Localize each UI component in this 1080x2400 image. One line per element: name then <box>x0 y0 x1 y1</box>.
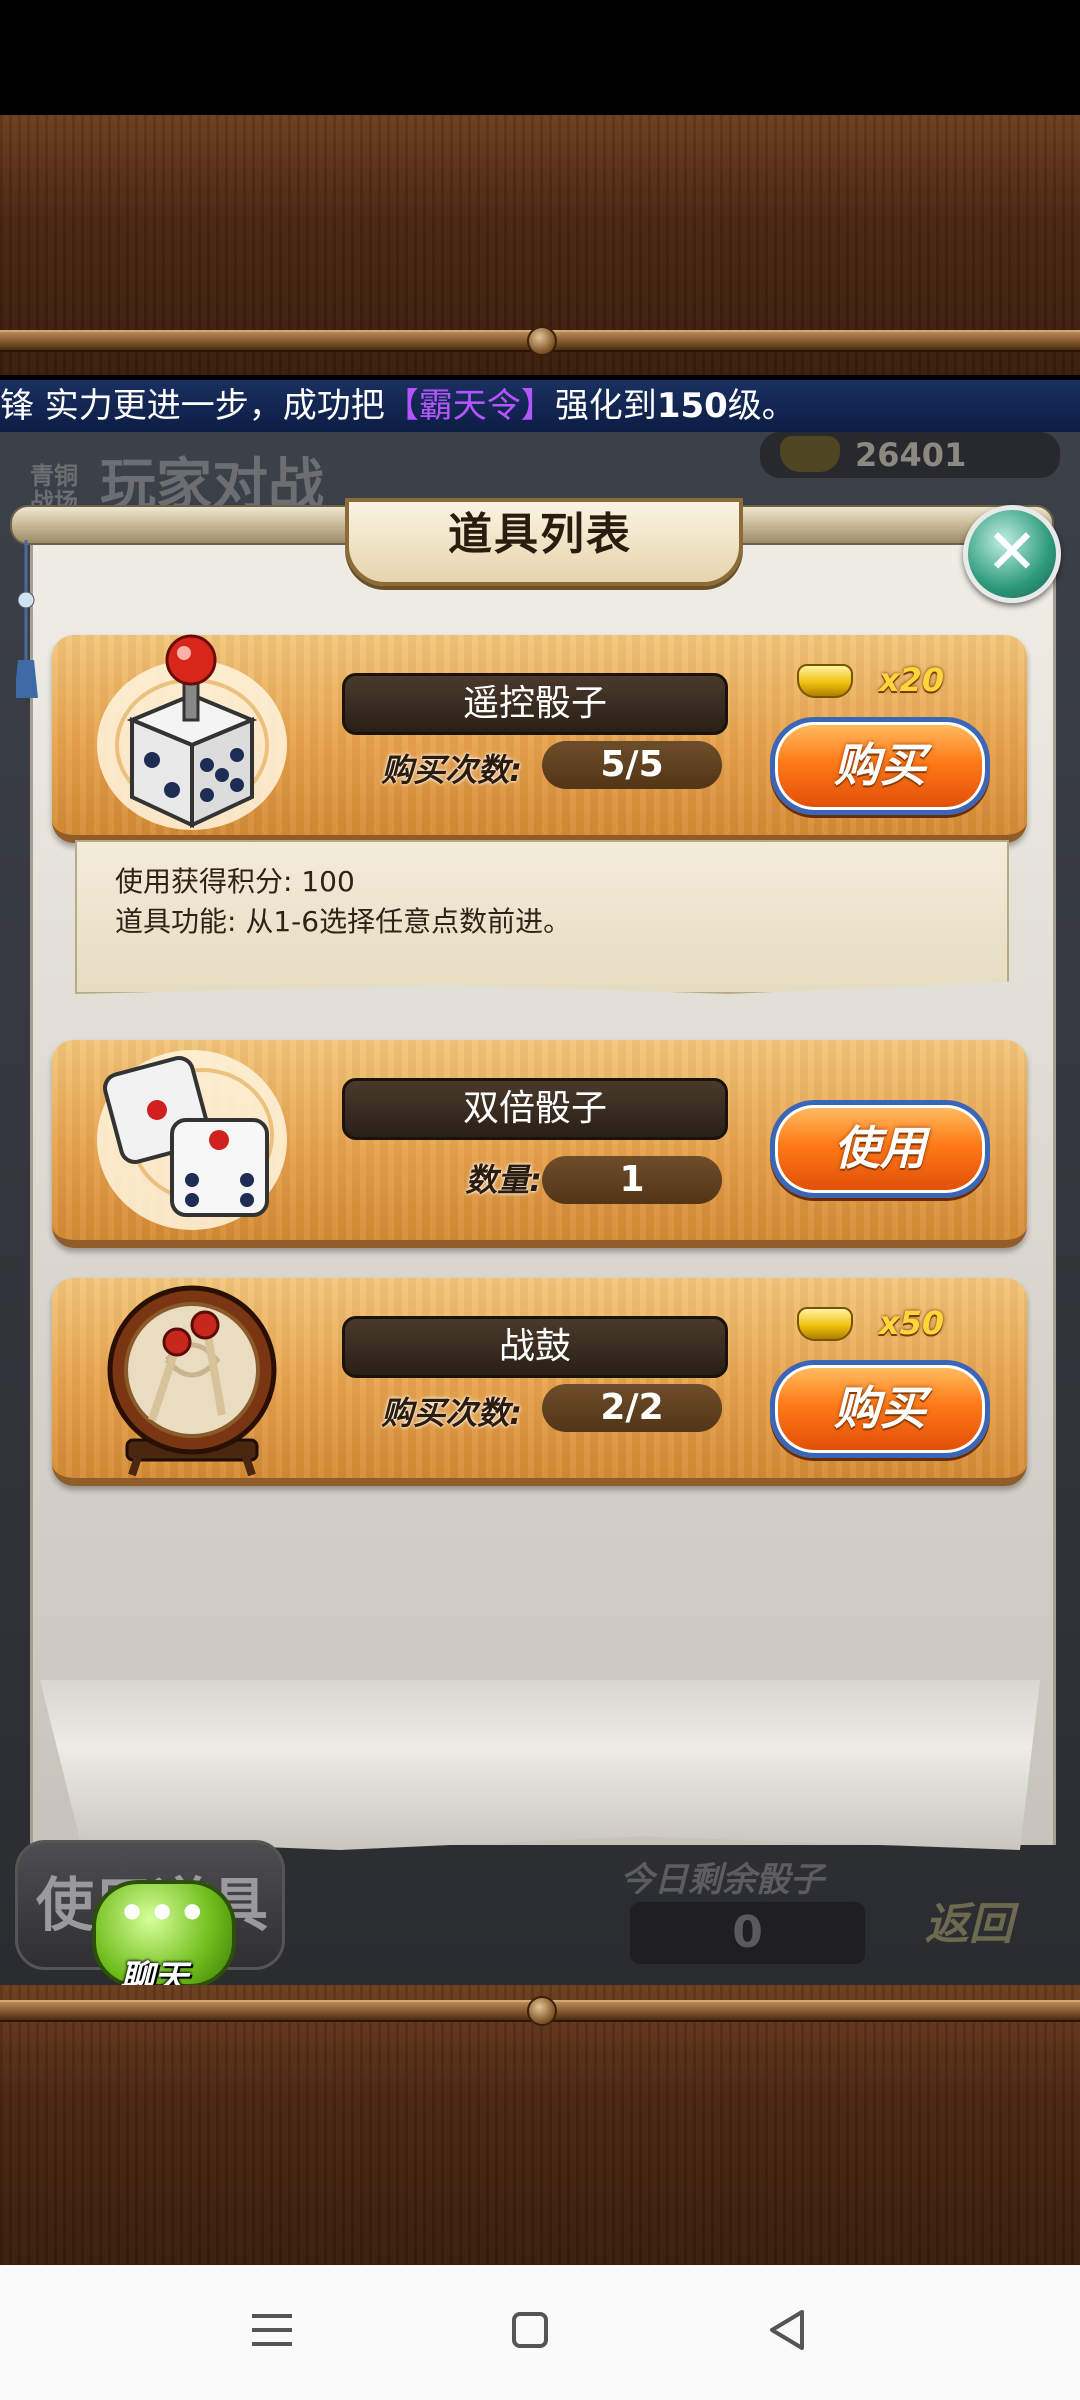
rail-nail-top <box>527 326 557 356</box>
item-cost-text: x20 <box>879 661 945 699</box>
ticker-part3: 级。 <box>727 386 796 426</box>
announcement-ticker: 锋 实力更进一步，成功把【霸天令】强化到150级。 <box>0 380 1080 432</box>
ticker-part1: 锋 实力更进一步，成功把 <box>0 386 385 426</box>
close-x-icon: ✕ <box>986 515 1038 588</box>
war-drum-icon <box>92 1270 292 1477</box>
item-name: 双倍骰子 <box>342 1078 728 1140</box>
item-stat-value: 1 <box>542 1156 722 1204</box>
close-button[interactable]: ✕ <box>963 505 1061 603</box>
description-line: 使用获得积分: 100 <box>115 865 355 898</box>
ticker-part2: 强化到 <box>554 386 657 426</box>
mode-title: 青铜战场 玩家对战 <box>30 440 390 518</box>
home-square-icon[interactable] <box>500 2300 560 2360</box>
use-button[interactable]: 使用 <box>770 1100 990 1198</box>
scroll-curled-edge <box>40 1680 1040 1850</box>
ticker-level: 150 <box>656 386 728 426</box>
menu-icon[interactable] <box>242 2300 302 2360</box>
panel-title: 道具列表 <box>448 509 632 560</box>
item-card-remote-dice: 遥控骰子 购买次数: 5/5 x20 购买 <box>52 634 1027 843</box>
item-card-war-drum: 战鼓 购买次数: 2/2 x50 购买 <box>52 1278 1027 1486</box>
item-stat-label: 购买次数: <box>381 751 522 789</box>
item-card-double-dice: 双倍骰子 数量: 1 使用 <box>52 1040 1027 1248</box>
gold-counter: 26401 <box>760 432 1060 478</box>
item-stat-value: 2/2 <box>542 1384 722 1432</box>
item-name: 战鼓 <box>342 1316 728 1378</box>
return-button[interactable]: 返回 <box>925 1880 1055 1970</box>
gold-ingot-icon <box>797 1307 853 1341</box>
wood-frame-bottom <box>0 1985 1080 2265</box>
rail-nail-bottom <box>527 1996 557 2026</box>
description-line: 道具功能: 从1-6选择任意点数前进。 <box>115 905 572 938</box>
tassel-icon <box>14 540 38 698</box>
buy-button[interactable]: 购买 <box>770 1360 990 1458</box>
chat-dots-icon: ••• <box>118 1888 209 1939</box>
dice-remaining-value: 0 <box>630 1902 865 1964</box>
back-triangle-icon[interactable] <box>758 2300 818 2360</box>
gold-ingot-icon <box>797 664 853 698</box>
item-stat-label: 数量: <box>465 1161 542 1199</box>
remote-dice-icon <box>92 625 292 830</box>
buy-button[interactable]: 购买 <box>770 717 990 815</box>
item-cost-text: x50 <box>879 1304 945 1342</box>
double-dice-icon <box>92 1040 292 1240</box>
ticker-text: 锋 实力更进一步，成功把【霸天令】强化到150级。 <box>0 384 796 428</box>
item-stat-value: 5/5 <box>542 741 722 789</box>
item-stat-label: 购买次数: <box>381 1394 522 1432</box>
ticker-item: 【霸天令】 <box>384 386 555 426</box>
item-name: 遥控骰子 <box>342 673 728 735</box>
status-bar <box>0 0 1080 115</box>
dice-remaining-label: 今日剩余骰子 <box>620 1860 824 1900</box>
